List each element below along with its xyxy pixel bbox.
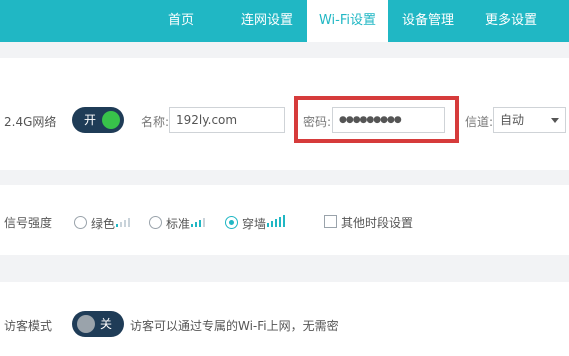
wifi-24g-label: 2.4G网络 — [4, 115, 57, 129]
radio-button[interactable] — [225, 216, 238, 229]
signal-option-standard[interactable]: 标准 — [149, 215, 213, 231]
guest-mode-label: 访客模式 — [4, 319, 53, 333]
signal-bars-icon — [116, 215, 134, 227]
channel-label: 信道: — [465, 115, 494, 129]
nav-home[interactable]: 首页 — [155, 0, 207, 42]
channel-select[interactable]: 自动 — [493, 107, 566, 133]
guest-mode-toggle[interactable]: 关 — [72, 311, 124, 337]
signal-strength-panel: 信号强度 绿色 标准 穿墙 其他时段设置 — [0, 185, 569, 255]
nav-more-settings[interactable]: 更多设置 — [474, 0, 548, 42]
ssid-input[interactable] — [169, 107, 285, 133]
wifi-24g-panel: 2.4G网络 开 名称: 密码: 信道: 自动 — [0, 58, 569, 170]
toggle-on-text: 开 — [84, 113, 97, 127]
toggle-knob — [102, 111, 120, 129]
top-nav-bar: 首页 连网设置 Wi-Fi设置 设备管理 更多设置 — [0, 0, 569, 42]
guest-mode-description: 访客可以通过专属的Wi-Fi上网，无需密 — [130, 319, 339, 333]
signal-option-label: 穿墙 — [242, 217, 267, 231]
signal-option-label: 绿色 — [91, 217, 116, 231]
guest-mode-panel: 访客模式 关 访客可以通过专属的Wi-Fi上网，无需密 — [0, 282, 569, 356]
password-label: 密码: — [303, 115, 332, 129]
schedule-label: 其他时段设置 — [341, 216, 414, 230]
ssid-label: 名称: — [141, 115, 170, 129]
wifi-24g-toggle[interactable]: 开 — [72, 107, 124, 133]
schedule-checkbox[interactable] — [324, 215, 337, 228]
radio-button[interactable] — [149, 216, 162, 229]
chevron-down-icon — [551, 118, 559, 123]
nav-device-management[interactable]: 设备管理 — [392, 0, 464, 42]
nav-wifi-settings[interactable]: Wi-Fi设置 — [307, 0, 388, 42]
channel-value: 自动 — [500, 113, 525, 127]
toggle-knob — [77, 315, 95, 333]
signal-option-label: 标准 — [166, 217, 191, 231]
toggle-off-text: 关 — [100, 317, 113, 331]
signal-bars-icon — [191, 215, 209, 227]
signal-option-green[interactable]: 绿色 — [74, 215, 138, 231]
signal-strength-label: 信号强度 — [4, 216, 53, 230]
signal-bars-icon — [267, 215, 287, 227]
password-input[interactable] — [332, 107, 445, 133]
nav-network-settings[interactable]: 连网设置 — [229, 0, 305, 42]
signal-option-wall-penetration[interactable]: 穿墙 — [225, 215, 295, 231]
radio-button[interactable] — [74, 216, 87, 229]
